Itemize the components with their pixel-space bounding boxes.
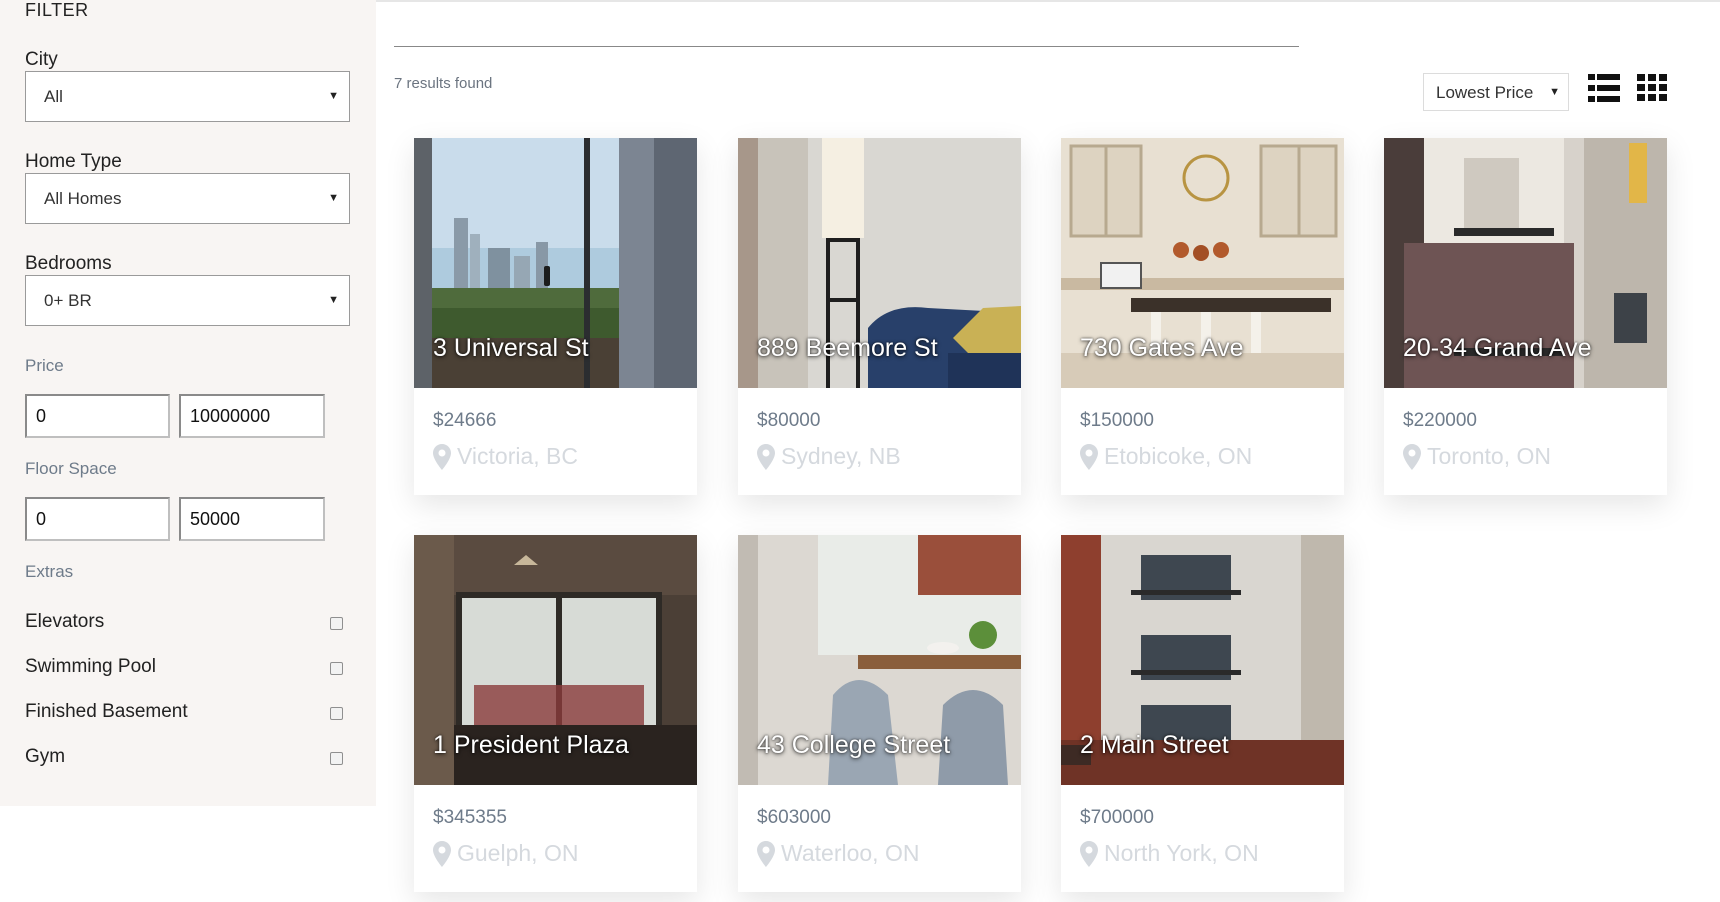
map-pin-icon: [1403, 444, 1421, 470]
price-label: Price: [25, 356, 64, 375]
extra-option-gym: Gym: [25, 746, 345, 772]
listing-address: 730 Gates Ave: [1080, 334, 1244, 362]
extra-option-finished-basement: Finished Basement: [25, 701, 345, 727]
filter-heading: FILTER: [25, 0, 89, 20]
swimming-pool-checkbox[interactable]: [330, 662, 343, 675]
list-view-icon[interactable]: [1588, 74, 1620, 102]
listing-location-text: North York, ON: [1104, 840, 1259, 866]
listing-location-text: Victoria, BC: [457, 443, 579, 469]
extra-option-elevators: Elevators: [25, 611, 345, 637]
listing-card[interactable]: 3 Universal St $24666 Victoria, BC: [414, 138, 697, 495]
listing-location-text: Guelph, ON: [457, 840, 579, 866]
extras-label: Extras: [25, 562, 74, 581]
listing-card[interactable]: 889 Beemore St $80000 Sydney, NB: [738, 138, 1021, 495]
finished-basement-checkbox[interactable]: [330, 707, 343, 720]
listing-card[interactable]: 20-34 Grand Ave $220000 Toronto, ON: [1384, 138, 1667, 495]
map-pin-icon: [433, 841, 451, 867]
listing-location-text: Sydney, NB: [781, 443, 901, 469]
listing-card[interactable]: 43 College Street $603000 Waterloo, ON: [738, 535, 1021, 892]
listing-price: $700000: [1080, 807, 1154, 828]
home-type-select-value: All Homes: [44, 189, 122, 208]
map-pin-icon: [1080, 841, 1098, 867]
bedrooms-select[interactable]: 0+ BR ▼: [25, 275, 350, 326]
listing-address: 1 President Plaza: [433, 731, 629, 759]
listing-address: 2 Main Street: [1080, 731, 1229, 759]
listing-card[interactable]: 1 President Plaza $345355 Guelph, ON: [414, 535, 697, 892]
extra-option-label: Gym: [25, 746, 66, 767]
extra-option-label: Swimming Pool: [25, 656, 156, 677]
results-count: 7 results found: [394, 75, 493, 92]
gym-checkbox[interactable]: [330, 752, 343, 765]
listing-price: $150000: [1080, 410, 1154, 431]
map-pin-icon: [757, 444, 775, 470]
listing-address: 3 Universal St: [433, 334, 589, 362]
price-min-input[interactable]: 0: [25, 394, 170, 438]
listing-price: $80000: [757, 410, 821, 431]
extra-option-swimming-pool: Swimming Pool: [25, 656, 345, 682]
city-select[interactable]: All ▼: [25, 71, 350, 122]
extra-option-label: Finished Basement: [25, 701, 188, 722]
listing-address: 43 College Street: [757, 731, 951, 759]
extra-option-label: Elevators: [25, 611, 105, 632]
home-type-label: Home Type: [25, 151, 122, 172]
map-pin-icon: [757, 841, 775, 867]
caret-down-icon: ▼: [1549, 86, 1560, 98]
floor-space-label: Floor Space: [25, 459, 117, 478]
listing-card[interactable]: 2 Main Street $700000 North York, ON: [1061, 535, 1344, 892]
listing-location-text: Toronto, ON: [1427, 443, 1551, 469]
bedrooms-select-value: 0+ BR: [44, 291, 92, 310]
map-pin-icon: [433, 444, 451, 470]
listing-price: $603000: [757, 807, 831, 828]
floor-space-min-input[interactable]: 0: [25, 497, 170, 541]
elevators-checkbox[interactable]: [330, 617, 343, 630]
listing-location-text: Etobicoke, ON: [1104, 443, 1253, 469]
floor-space-max-input[interactable]: 50000: [179, 497, 325, 541]
city-select-value: All: [44, 87, 63, 106]
listing-price: $220000: [1403, 410, 1477, 431]
listing-address: 20-34 Grand Ave: [1403, 334, 1592, 362]
sort-select[interactable]: Lowest Price ▼: [1423, 73, 1569, 111]
caret-down-icon: ▼: [328, 294, 339, 306]
filter-sidebar: FILTER City All ▼ Home Type All Homes ▼ …: [0, 0, 376, 806]
sort-select-value: Lowest Price: [1436, 83, 1534, 102]
listing-card[interactable]: 730 Gates Ave $150000 Etobicoke, ON: [1061, 138, 1344, 495]
caret-down-icon: ▼: [328, 90, 339, 102]
home-type-select[interactable]: All Homes ▼: [25, 173, 350, 224]
listing-location-text: Waterloo, ON: [781, 840, 920, 866]
listing-address: 889 Beemore St: [757, 334, 938, 362]
grid-view-icon[interactable]: [1637, 74, 1667, 102]
map-pin-icon: [1080, 444, 1098, 470]
price-max-input[interactable]: 10000000: [179, 394, 325, 438]
listing-price: $24666: [433, 410, 497, 431]
header-divider: [394, 46, 1299, 47]
city-label: City: [25, 49, 58, 70]
listing-price: $345355: [433, 807, 507, 828]
caret-down-icon: ▼: [328, 192, 339, 204]
bedrooms-label: Bedrooms: [25, 253, 112, 274]
